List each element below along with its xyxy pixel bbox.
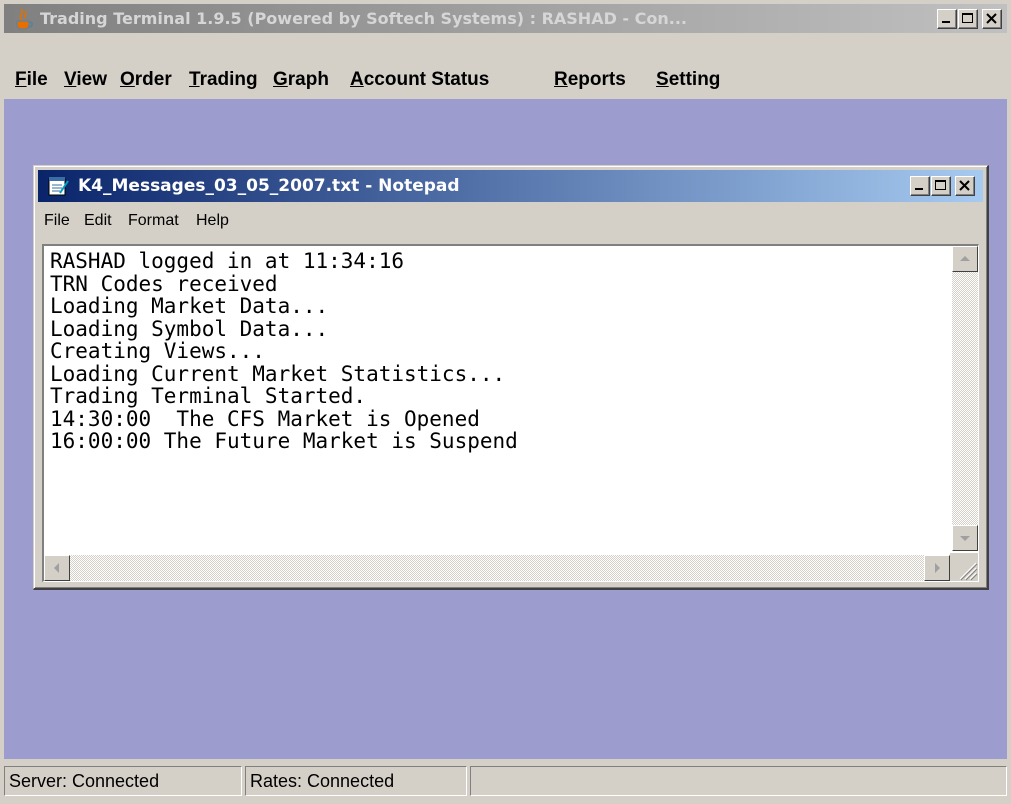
menu-order[interactable]: Order bbox=[120, 69, 172, 91]
app-maximize-button[interactable] bbox=[958, 9, 978, 29]
maximize-icon bbox=[935, 180, 946, 190]
resize-grip[interactable] bbox=[950, 553, 978, 581]
arrow-up-icon bbox=[960, 256, 970, 261]
scroll-right-button[interactable] bbox=[924, 555, 950, 581]
resize-grip-icon bbox=[959, 562, 978, 581]
scroll-up-button[interactable] bbox=[952, 246, 978, 272]
app-menu-bar: File View Order Trading Graph Account St… bbox=[4, 63, 1007, 99]
notepad-menu-format[interactable]: Format bbox=[128, 212, 179, 230]
status-panel-empty bbox=[470, 766, 1007, 796]
notepad-window: K4_Messages_03_05_2007.txt - Notepad Fil… bbox=[33, 165, 989, 590]
notepad-minimize-button[interactable] bbox=[910, 176, 930, 196]
menu-setting[interactable]: Setting bbox=[656, 69, 720, 91]
menu-file-accel: F bbox=[15, 69, 27, 90]
menu-reports[interactable]: Reports bbox=[554, 69, 626, 91]
menu-setting-label: etting bbox=[668, 69, 721, 90]
menu-trading-label: rading bbox=[199, 69, 258, 90]
log-line: Loading Current Market Statistics... bbox=[50, 361, 506, 386]
menu-graph-accel: G bbox=[273, 69, 288, 90]
log-line: Trading Terminal Started. bbox=[50, 384, 367, 408]
arrow-right-icon bbox=[935, 563, 940, 573]
menu-setting-accel: S bbox=[656, 69, 669, 90]
minimize-icon bbox=[915, 188, 923, 190]
menu-view-accel: V bbox=[64, 69, 77, 90]
notepad-menu-edit[interactable]: Edit bbox=[84, 212, 112, 230]
notepad-title: K4_Messages_03_05_2007.txt - Notepad bbox=[78, 176, 460, 196]
notepad-menu-file[interactable]: File bbox=[44, 212, 70, 230]
menu-file-label: ile bbox=[26, 69, 48, 90]
log-line: RASHAD logged in at 11:34:16 bbox=[50, 250, 405, 273]
notepad-text-content[interactable]: RASHAD logged in at 11:34:16 TRN Codes r… bbox=[50, 250, 945, 550]
server-status: Server: Connected bbox=[4, 766, 242, 796]
status-bar: Server: Connected Rates: Connected bbox=[4, 763, 1007, 800]
rates-status: Rates: Connected bbox=[245, 766, 467, 796]
scroll-down-button[interactable] bbox=[952, 525, 978, 551]
log-line: TRN Codes received bbox=[50, 271, 278, 296]
notepad-maximize-button[interactable] bbox=[931, 176, 951, 196]
minimize-icon bbox=[942, 21, 950, 23]
arrow-left-icon bbox=[54, 563, 59, 573]
menu-view[interactable]: View bbox=[64, 69, 107, 91]
app-close-button[interactable] bbox=[982, 9, 1002, 29]
app-title: Trading Terminal 1.9.5 (Powered by Softe… bbox=[40, 9, 687, 28]
menu-graph-label: raph bbox=[287, 69, 329, 90]
log-line: Creating Views... bbox=[50, 339, 265, 363]
notepad-title-bar[interactable]: K4_Messages_03_05_2007.txt - Notepad bbox=[38, 170, 983, 202]
menu-trading-accel: T bbox=[189, 69, 200, 90]
java-cup-icon bbox=[16, 8, 33, 30]
menu-trading[interactable]: Trading bbox=[189, 69, 258, 91]
app-minimize-button[interactable] bbox=[937, 9, 957, 29]
menu-file[interactable]: File bbox=[15, 69, 48, 91]
maximize-icon bbox=[962, 13, 973, 23]
vertical-scrollbar[interactable] bbox=[952, 246, 978, 551]
menu-view-label: iew bbox=[76, 69, 107, 90]
horizontal-scrollbar[interactable] bbox=[44, 555, 950, 581]
menu-reports-label: eports bbox=[567, 69, 626, 90]
notepad-text-area[interactable]: RASHAD logged in at 11:34:16 TRN Codes r… bbox=[42, 244, 979, 582]
menu-account-status-accel: A bbox=[350, 69, 364, 90]
menu-order-label: rder bbox=[134, 69, 172, 90]
notepad-menu-help[interactable]: Help bbox=[196, 212, 229, 230]
menu-account-status[interactable]: Account Status bbox=[350, 69, 489, 91]
scroll-left-button[interactable] bbox=[44, 555, 70, 581]
menu-reports-accel: R bbox=[554, 69, 568, 90]
close-icon bbox=[959, 180, 970, 191]
app-title-bar[interactable]: Trading Terminal 1.9.5 (Powered by Softe… bbox=[4, 4, 1007, 33]
notepad-menu-bar: File Edit Format Help bbox=[38, 206, 983, 236]
close-icon bbox=[986, 13, 997, 24]
log-line: 16:00:00 The Future Market is Suspend bbox=[50, 429, 518, 453]
menu-graph[interactable]: Graph bbox=[273, 69, 329, 91]
menu-account-status-label: ccount Status bbox=[363, 69, 490, 90]
menu-order-accel: O bbox=[120, 69, 135, 90]
notepad-icon bbox=[48, 177, 69, 196]
notepad-close-button[interactable] bbox=[955, 176, 975, 196]
log-line: Loading Market Data... bbox=[50, 294, 329, 318]
arrow-down-icon bbox=[960, 536, 970, 541]
log-line: Loading Symbol Data... bbox=[50, 316, 329, 341]
log-line: 14:30:00 The CFS Market is Opened bbox=[50, 406, 480, 431]
